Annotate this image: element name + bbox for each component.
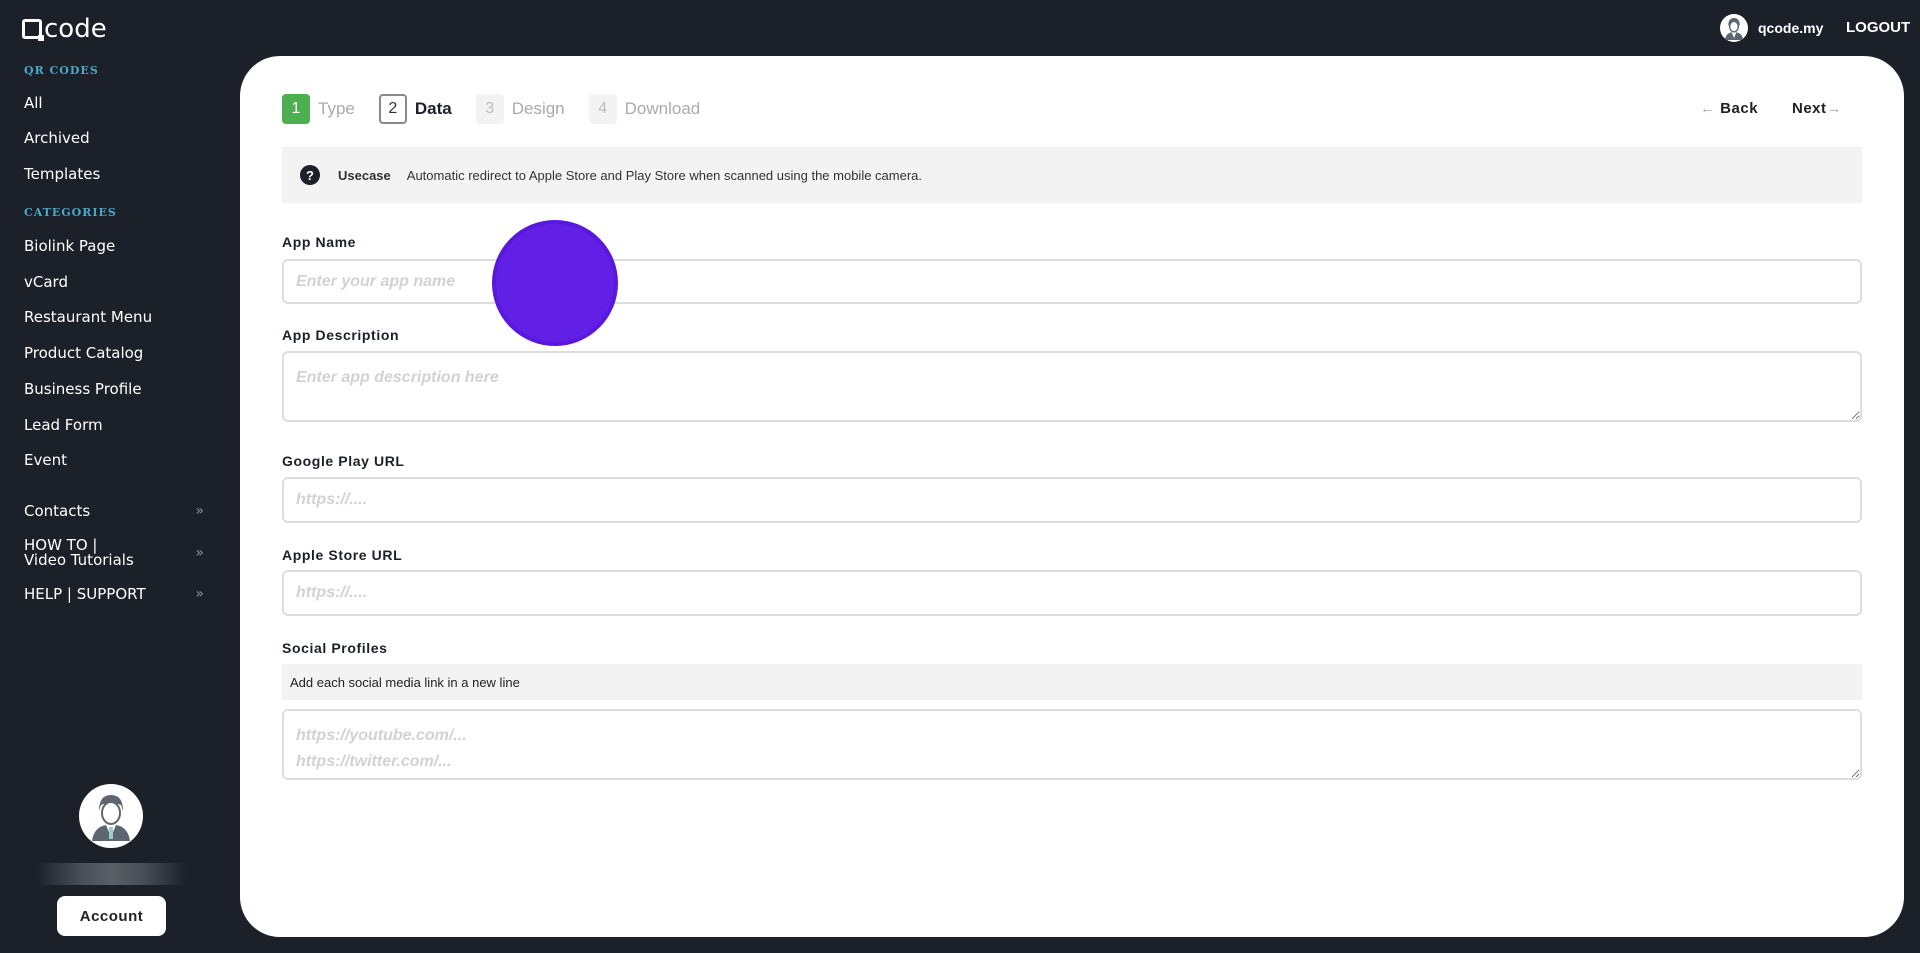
social-profiles-label: Social Profiles bbox=[282, 640, 388, 656]
sidebar-item-help[interactable]: HELP | SUPPORT» bbox=[24, 587, 204, 602]
sidebar-item-product-catalog[interactable]: Product Catalog bbox=[24, 346, 204, 361]
arrow-right-icon: → bbox=[1826, 100, 1843, 117]
apple-store-label: Apple Store URL bbox=[282, 547, 403, 563]
app-name-label: App Name bbox=[282, 234, 357, 250]
username: qcode.my bbox=[1758, 20, 1824, 36]
sidebar-item-event[interactable]: Event bbox=[24, 453, 204, 468]
arrow-left-icon: ← bbox=[1700, 100, 1721, 117]
sidebar-item-business-profile[interactable]: Business Profile bbox=[24, 382, 204, 397]
qr-codes-heading: QR CODES bbox=[24, 64, 99, 77]
sidebar-item-archived[interactable]: Archived bbox=[24, 131, 204, 146]
sidebar-item-how-to[interactable]: HOW TO | Video Tutorials» bbox=[24, 538, 204, 568]
step-design[interactable]: 3 Design bbox=[475, 94, 565, 124]
chevron-double-right-icon: » bbox=[195, 503, 204, 519]
logo[interactable]: code bbox=[22, 14, 107, 44]
categories-heading: CATEGORIES bbox=[24, 206, 117, 219]
app-description-input[interactable] bbox=[282, 351, 1862, 422]
wizard-steps: 1 Type 2 Data 3 Design 4 Download bbox=[282, 94, 714, 124]
sidebar-item-contacts[interactable]: Contacts» bbox=[24, 504, 204, 519]
usecase-banner: ? Usecase Automatic redirect to Apple St… bbox=[282, 147, 1862, 203]
social-profiles-hint: Add each social media link in a new line bbox=[282, 664, 1862, 700]
user-avatar-icon bbox=[1720, 14, 1748, 42]
sidebar-item-vcard[interactable]: vCard bbox=[24, 275, 204, 290]
main-card: 1 Type 2 Data 3 Design 4 Download ← Back Nex… bbox=[240, 56, 1904, 937]
sidebar-item-lead-form[interactable]: Lead Form bbox=[24, 418, 204, 433]
google-play-label: Google Play URL bbox=[282, 453, 405, 469]
sidebar-item-biolink[interactable]: Biolink Page bbox=[24, 239, 204, 254]
sidebar-item-restaurant-menu[interactable]: Restaurant Menu bbox=[24, 310, 204, 325]
logout-link[interactable]: LOGOUT bbox=[1846, 19, 1910, 36]
back-button[interactable]: ← Back bbox=[1700, 100, 1758, 117]
next-button[interactable]: Next→ bbox=[1792, 100, 1842, 117]
sidebar-item-all[interactable]: All bbox=[24, 96, 204, 111]
logo-qr-icon bbox=[22, 19, 44, 41]
account-button[interactable]: Account bbox=[57, 896, 166, 936]
account-name-placeholder bbox=[36, 863, 187, 885]
cursor-indicator bbox=[492, 220, 618, 346]
sidebar-item-templates[interactable]: Templates bbox=[24, 167, 204, 182]
app-description-label: App Description bbox=[282, 327, 400, 343]
step-type[interactable]: 1 Type bbox=[282, 94, 355, 124]
account-avatar[interactable] bbox=[79, 784, 143, 848]
step-download[interactable]: 4 Download bbox=[588, 94, 700, 124]
apple-store-url-input[interactable] bbox=[282, 570, 1862, 616]
question-icon: ? bbox=[300, 165, 320, 185]
google-play-url-input[interactable] bbox=[282, 477, 1862, 523]
chevron-double-right-icon: » bbox=[195, 545, 204, 561]
chevron-double-right-icon: » bbox=[195, 586, 204, 602]
user-menu[interactable]: qcode.my bbox=[1720, 14, 1823, 42]
user-avatar-icon bbox=[92, 795, 130, 841]
step-data[interactable]: 2 Data bbox=[378, 94, 452, 124]
social-profiles-input[interactable] bbox=[282, 709, 1862, 780]
